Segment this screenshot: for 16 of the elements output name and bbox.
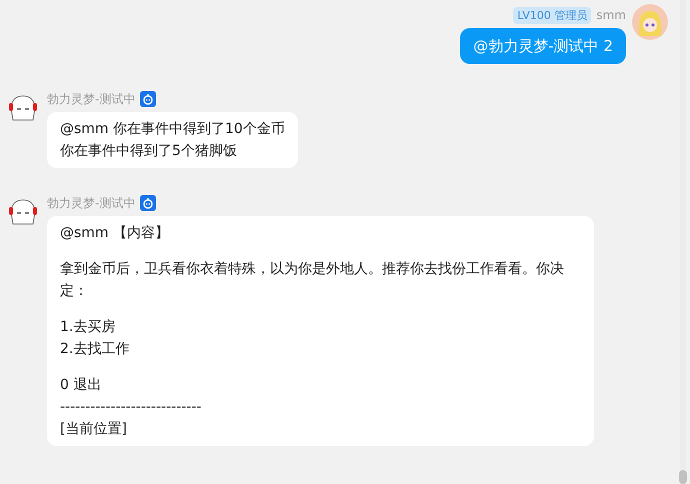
- message-text: 你在事件中得到了5个猪脚饭: [60, 142, 238, 161]
- sender-name: 勃力灵梦-测试中: [47, 194, 136, 212]
- message-text: 拿到金币后，卫兵看你衣着特殊，以为你是外地人。推荐你去找份工作看看。你决定：: [60, 260, 565, 301]
- sender-name: 勃力灵梦-测试中: [47, 90, 136, 108]
- message-text: @smm 【内容】: [60, 224, 170, 243]
- message-text: ----------------------------: [60, 398, 202, 417]
- message-text: @勃力灵梦-测试中 2: [473, 36, 613, 57]
- sender-name: smm: [596, 8, 626, 22]
- avatar: [632, 4, 668, 40]
- message-text: 2.去找工作: [60, 340, 130, 359]
- message-text: @smm 你在事件中得到了10个金币: [60, 120, 285, 139]
- message-text: [当前位置]: [60, 420, 128, 439]
- message-text: 0 退出: [60, 376, 102, 395]
- scrollbar-thumb[interactable]: [679, 470, 687, 484]
- role-badge: LV100 管理员: [513, 6, 592, 24]
- message-text: 1.去买房: [60, 318, 116, 337]
